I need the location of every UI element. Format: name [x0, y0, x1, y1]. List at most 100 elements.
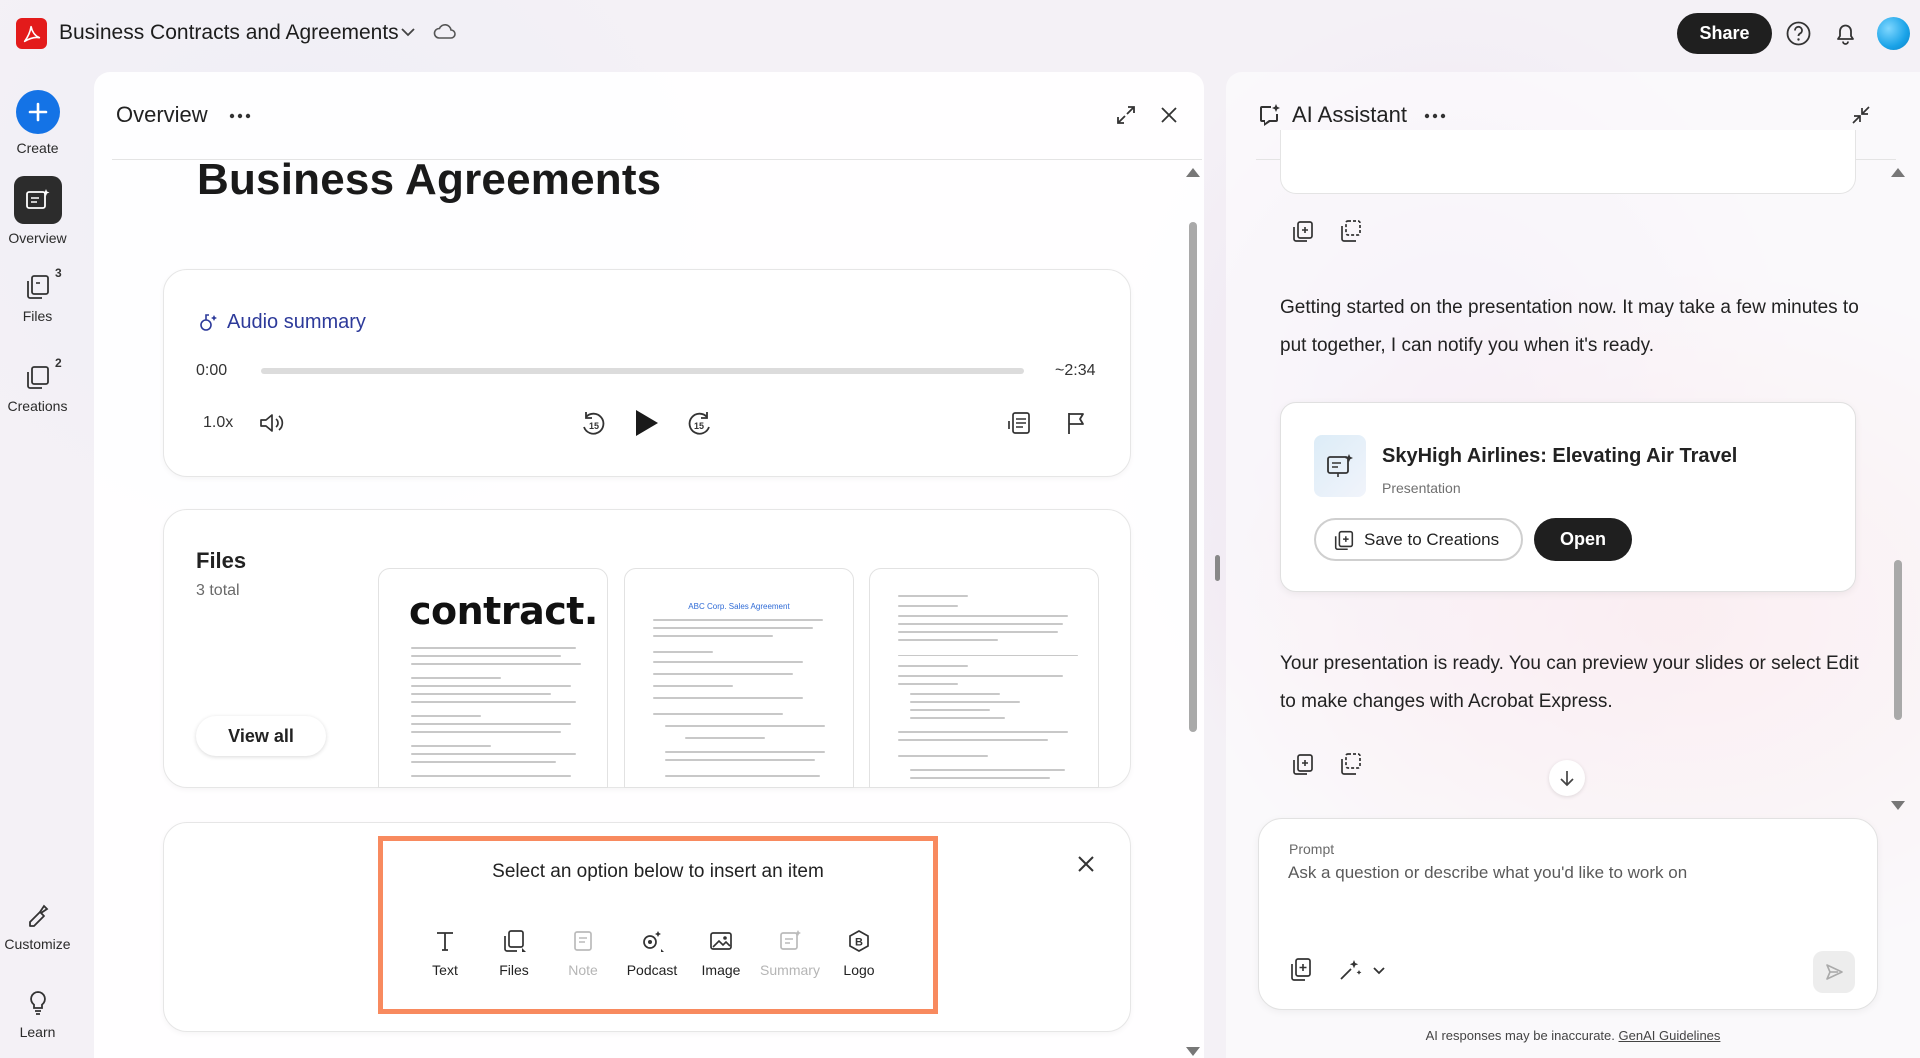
insert-files-option[interactable]: Files — [482, 928, 546, 978]
text-line — [411, 761, 556, 763]
share-button[interactable]: Share — [1677, 13, 1772, 54]
volume-icon[interactable] — [257, 410, 285, 436]
text-line — [653, 619, 823, 621]
notifications-bell-icon[interactable] — [1832, 20, 1859, 47]
image-icon — [710, 932, 732, 950]
insert-options-panel: Select an option below to insert an item… — [378, 836, 938, 1014]
chevron-down-icon[interactable] — [398, 22, 418, 42]
rail-files[interactable]: 3 Files — [0, 266, 75, 324]
text-line — [411, 723, 571, 725]
text-line — [910, 777, 1050, 779]
acrobat-logo-icon[interactable] — [16, 18, 47, 49]
scroll-down-arrow[interactable] — [1891, 801, 1905, 810]
rewind-15-icon[interactable]: 15 — [578, 409, 608, 439]
prompt-input[interactable] — [1288, 863, 1848, 883]
text-line — [653, 661, 803, 663]
more-options-icon[interactable] — [228, 112, 252, 120]
creation-title[interactable]: SkyHigh Airlines: Elevating Air Travel — [1382, 445, 1737, 468]
scroll-up-arrow[interactable] — [1186, 168, 1200, 177]
close-icon[interactable] — [1157, 103, 1181, 127]
transcript-icon[interactable] — [1006, 409, 1034, 437]
forward-15-icon[interactable]: 15 — [685, 409, 715, 439]
creation-card: SkyHigh Airlines: Elevating Air Travel P… — [1280, 402, 1856, 592]
rail-learn[interactable]: Learn — [0, 988, 75, 1040]
help-icon[interactable] — [1785, 20, 1812, 47]
thumbnail-heading: contract. — [409, 589, 598, 633]
text-line — [898, 665, 968, 667]
play-icon[interactable] — [631, 407, 661, 439]
rail-creations-label: Creations — [7, 398, 68, 414]
panel-resize-handle[interactable] — [1215, 555, 1220, 581]
playback-speed-button[interactable]: 1.0x — [203, 414, 233, 432]
chevron-down-icon[interactable] — [1371, 963, 1387, 979]
customize-brush-icon — [28, 904, 48, 927]
user-avatar[interactable] — [1877, 17, 1910, 50]
insert-logo-option[interactable]: B Logo — [827, 928, 891, 978]
text-line — [411, 745, 491, 747]
attach-file-icon[interactable] — [1287, 955, 1315, 983]
scroll-up-arrow[interactable] — [1891, 168, 1905, 177]
text-line — [411, 715, 481, 717]
files-icon — [504, 930, 526, 952]
save-to-creations-button[interactable]: Save to Creations — [1314, 518, 1523, 561]
overview-scrollbar[interactable] — [1189, 222, 1197, 732]
send-button[interactable] — [1813, 951, 1855, 993]
files-count: 3 total — [196, 582, 240, 599]
open-button[interactable]: Open — [1534, 518, 1632, 561]
text-icon — [437, 932, 453, 951]
text-line — [665, 725, 825, 727]
text-line — [898, 595, 968, 597]
genai-guidelines-link[interactable]: GenAI Guidelines — [1619, 1028, 1721, 1043]
magic-sparkle-icon[interactable] — [1337, 957, 1363, 983]
close-insert-icon[interactable] — [1075, 853, 1097, 875]
view-all-button[interactable]: View all — [196, 716, 326, 756]
assistant-message: Your presentation is ready. You can prev… — [1280, 653, 1859, 712]
divider-line — [898, 655, 1078, 656]
files-heading: Files — [196, 548, 247, 573]
overview-title: Business Agreements — [197, 155, 662, 204]
text-line — [898, 639, 998, 641]
text-line — [665, 751, 825, 753]
text-line — [411, 701, 576, 703]
audio-progress-bar[interactable] — [261, 368, 1024, 374]
ai-scrollbar[interactable] — [1894, 560, 1902, 720]
rail-overview[interactable]: Overview — [0, 176, 75, 246]
scroll-down-arrow[interactable] — [1186, 1047, 1200, 1056]
insert-image-option[interactable]: Image — [689, 928, 753, 978]
text-line — [653, 651, 713, 653]
copy-icon[interactable] — [1338, 218, 1364, 244]
insert-podcast-option[interactable]: Podcast — [620, 928, 684, 978]
text-line — [411, 647, 576, 649]
previous-message-card — [1280, 130, 1856, 194]
rail-customize[interactable]: Customize — [0, 900, 75, 952]
text-line — [910, 693, 1000, 695]
text-line — [898, 631, 1058, 633]
cloud-icon[interactable] — [432, 21, 458, 43]
rail-create[interactable]: Create — [0, 90, 75, 156]
text-line — [411, 677, 501, 679]
assistant-message: Getting started on the presentation now.… — [1280, 297, 1859, 356]
audio-summary-title[interactable]: Audio summary — [227, 311, 366, 334]
rail-create-label: Create — [16, 140, 59, 156]
insert-text-option[interactable]: Text — [413, 928, 477, 978]
file-thumbnail[interactable] — [869, 568, 1099, 788]
flag-feedback-icon[interactable] — [1063, 409, 1091, 437]
text-line — [898, 623, 1063, 625]
arrow-down-icon — [1560, 771, 1574, 787]
save-to-creations-icon[interactable] — [1290, 751, 1316, 777]
send-icon — [1826, 964, 1843, 980]
save-to-creations-icon[interactable] — [1290, 218, 1316, 244]
collapse-icon[interactable] — [1849, 103, 1873, 127]
text-line — [685, 737, 765, 739]
more-options-icon[interactable] — [1423, 112, 1447, 120]
copy-icon[interactable] — [1338, 751, 1364, 777]
scroll-to-bottom-button[interactable] — [1549, 760, 1585, 796]
file-thumbnail[interactable]: contract. — [378, 568, 608, 788]
svg-text:B: B — [855, 937, 863, 949]
rail-creations[interactable]: 2 Creations — [0, 356, 75, 414]
rail-files-label: Files — [22, 308, 53, 324]
expand-icon[interactable] — [1114, 103, 1138, 127]
insert-option-label: Image — [701, 962, 741, 978]
document-title[interactable]: Business Contracts and Agreements — [59, 21, 399, 45]
file-thumbnail[interactable]: ABC Corp. Sales Agreement — [624, 568, 854, 788]
